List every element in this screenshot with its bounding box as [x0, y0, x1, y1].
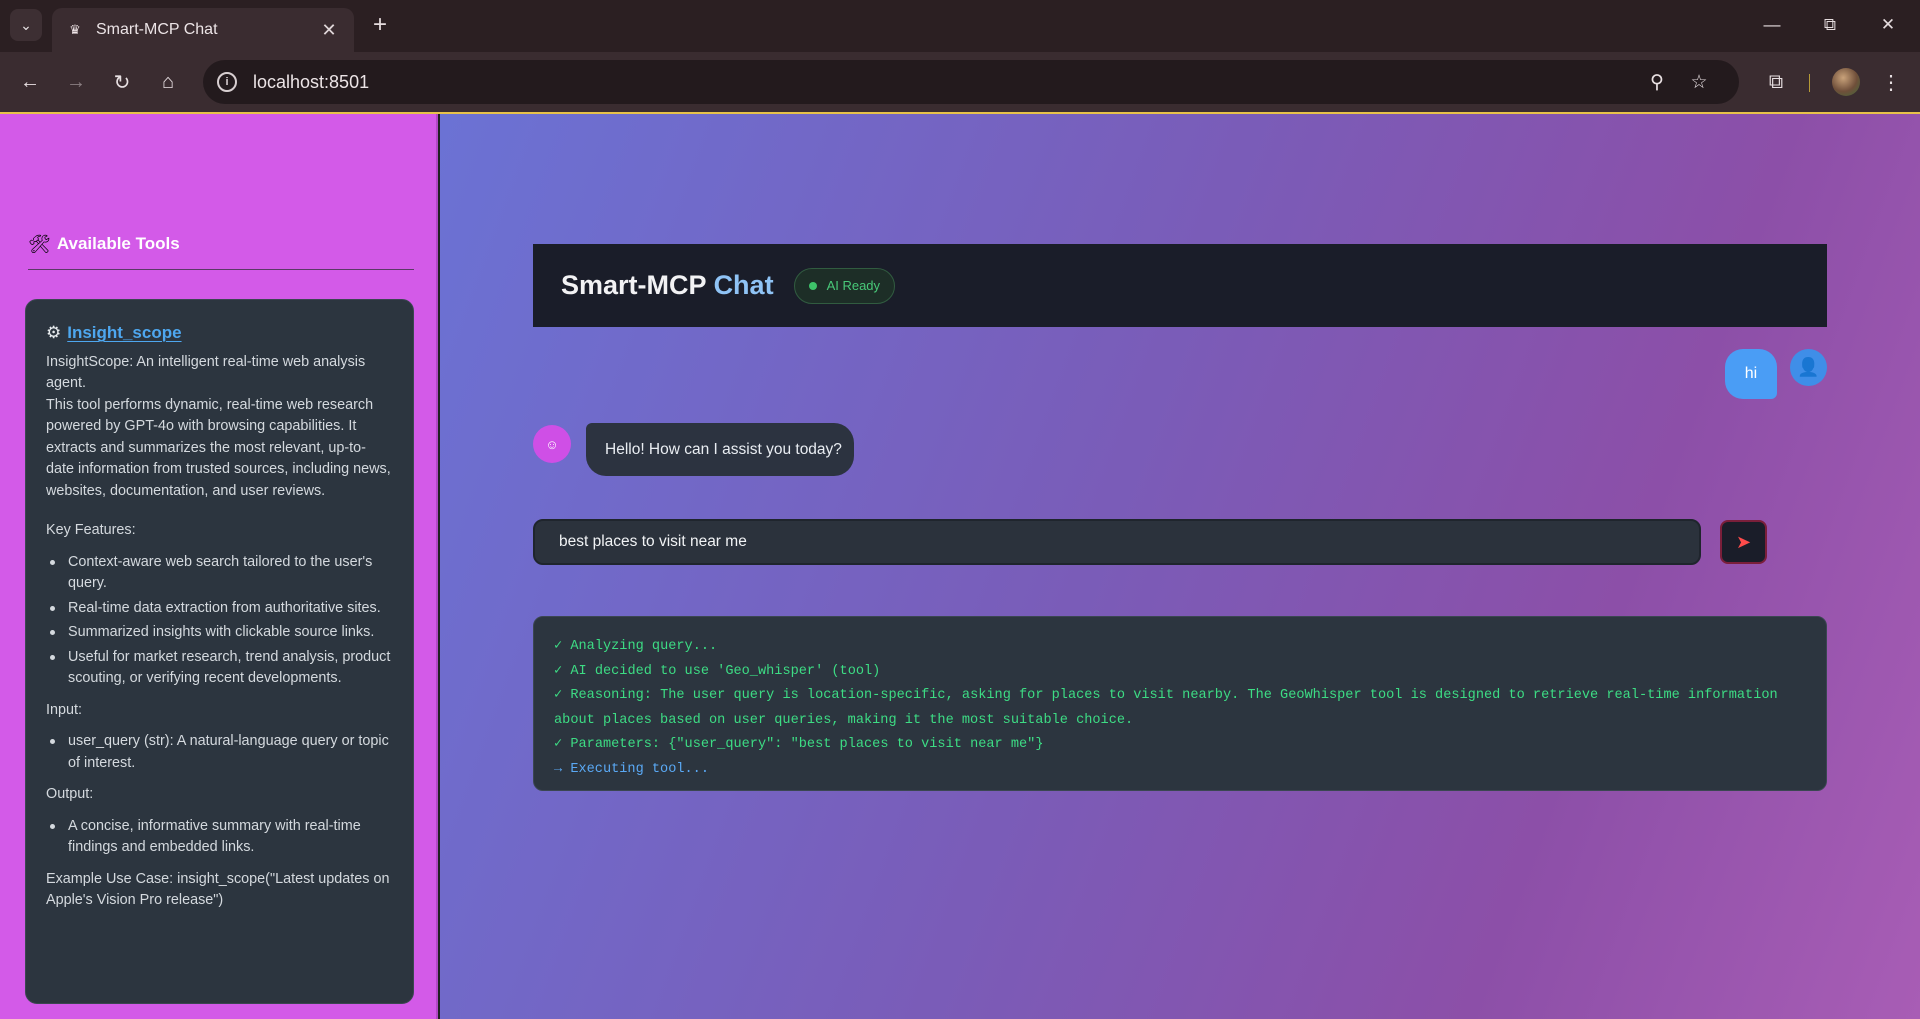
- send-button[interactable]: ➤: [1720, 520, 1767, 564]
- forward-arrow-icon[interactable]: →: [60, 66, 92, 98]
- zoom-icon[interactable]: ⚲: [1643, 68, 1671, 96]
- kebab-menu-icon[interactable]: ⋮: [1877, 66, 1905, 98]
- list-item: Real-time data extraction from authorita…: [46, 598, 393, 620]
- close-window-icon[interactable]: ✕: [1866, 10, 1910, 40]
- status-text: AI Ready: [826, 278, 881, 293]
- tool-card: ⚙ Insight_scope InsightScope: An intelli…: [25, 299, 414, 1004]
- star-icon[interactable]: ☆: [1685, 68, 1713, 96]
- features-list: Context-aware web search tailored to the…: [46, 552, 393, 690]
- home-icon[interactable]: ⌂: [152, 66, 184, 98]
- list-item: user_query (str): A natural-language que…: [46, 731, 393, 774]
- inputs-list: user_query (str): A natural-language que…: [46, 731, 393, 774]
- browser-toolbar: ← → ↻ ⌂ i localhost:8501 ⚲ ☆ ⧉ ⋮: [0, 52, 1920, 112]
- sidebar: 🛠 Available Tools ⚙ Insight_scope Insigh…: [0, 114, 438, 1019]
- input-label: Input:: [46, 701, 83, 718]
- outputs-list: A concise, informative summary with real…: [46, 816, 393, 859]
- chat-header: Smart-MCP Chat AI Ready: [533, 244, 1827, 327]
- close-icon[interactable]: ✕: [318, 20, 340, 41]
- tool-intro: InsightScope: An intelligent real-time w…: [46, 353, 366, 392]
- user-avatar-icon: 👤: [1790, 349, 1827, 386]
- list-item: Context-aware web search tailored to the…: [46, 552, 393, 595]
- log-line: ✓ Analyzing query...: [554, 639, 718, 654]
- list-item: Summarized insights with clickable sourc…: [46, 622, 393, 644]
- status-badge: AI Ready: [793, 267, 896, 304]
- list-item: Useful for market research, trend analys…: [46, 647, 393, 690]
- toolbar-divider: [1809, 74, 1810, 92]
- features-label: Key Features:: [46, 522, 136, 538]
- puzzle-icon[interactable]: ⧉: [1760, 66, 1792, 98]
- crown-icon: ♛: [69, 22, 81, 37]
- user-message-bubble: hi: [1725, 349, 1777, 399]
- browser-tab-bar: ⌄ ♛ Smart-MCP Chat ✕ + — ⧉ ✕: [0, 0, 1920, 52]
- minimize-icon[interactable]: —: [1750, 10, 1794, 40]
- sidebar-heading-text: Available Tools: [56, 234, 180, 253]
- title-part-1: Smart-MCP: [561, 270, 707, 300]
- gear-icon: ⚙: [46, 323, 62, 342]
- page-title: Smart-MCP Chat: [561, 270, 774, 301]
- info-icon[interactable]: i: [217, 72, 237, 92]
- log-line: ✓ AI decided to use 'Geo_whisper' (tool): [554, 663, 881, 679]
- chevron-down-icon[interactable]: ⌄: [10, 9, 42, 41]
- list-item: A concise, informative summary with real…: [46, 816, 393, 859]
- tool-title: ⚙ Insight_scope: [46, 322, 393, 344]
- tool-description: This tool performs dynamic, real-time we…: [46, 396, 391, 499]
- execution-log-panel: ✓ Analyzing query... ✓ AI decided to use…: [533, 616, 1827, 791]
- send-arrow-icon: ➤: [1735, 531, 1752, 552]
- assistant-message-bubble: Hello! How can I assist you today?: [586, 423, 854, 476]
- back-arrow-icon[interactable]: ←: [14, 66, 46, 98]
- log-line: ✓ Reasoning: The user query is location-…: [554, 688, 1778, 728]
- plus-icon[interactable]: +: [366, 11, 394, 39]
- example-use-case: Example Use Case: insight_scope("Latest …: [46, 870, 390, 909]
- chat-input[interactable]: [533, 519, 1701, 565]
- address-bar[interactable]: i localhost:8501 ⚲ ☆: [203, 60, 1739, 104]
- status-dot-icon: [808, 281, 817, 290]
- browser-tab[interactable]: ♛ Smart-MCP Chat ✕: [52, 8, 354, 52]
- sidebar-heading: 🛠 Available Tools: [28, 234, 414, 270]
- output-label: Output:: [46, 786, 94, 802]
- tool-name-link[interactable]: Insight_scope: [67, 322, 181, 344]
- log-line: ✓ Parameters: {"user_query": "best place…: [554, 737, 1044, 752]
- title-part-2: Chat: [713, 270, 774, 300]
- chat-main: Smart-MCP Chat AI Ready hi 👤 ☺ Hello! Ho…: [440, 114, 1920, 1019]
- url-text[interactable]: localhost:8501: [253, 72, 369, 93]
- bot-avatar-icon: ☺: [533, 425, 571, 463]
- profile-avatar[interactable]: [1832, 68, 1860, 96]
- reload-icon[interactable]: ↻: [106, 66, 138, 98]
- hammer-wrench-icon: 🛠: [28, 234, 51, 254]
- tab-title: Smart-MCP Chat: [96, 21, 218, 38]
- log-line-executing: → Executing tool...: [554, 761, 709, 777]
- restore-icon[interactable]: ⧉: [1808, 10, 1852, 40]
